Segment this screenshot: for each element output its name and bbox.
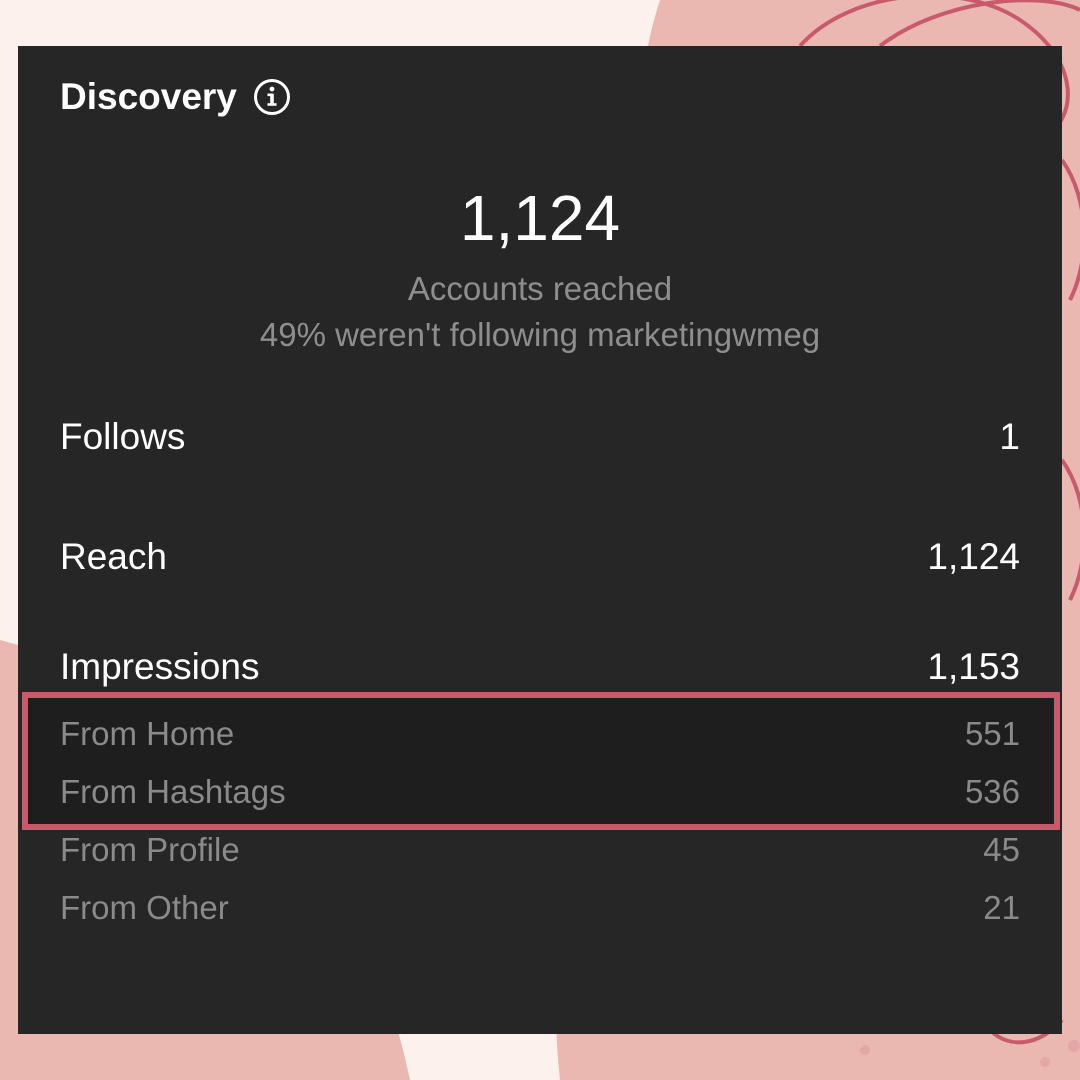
source-label: From Profile bbox=[60, 831, 240, 868]
impression-source-row-other: From Other 21 bbox=[60, 886, 1020, 930]
source-value: 45 bbox=[983, 831, 1020, 868]
source-label: From Other bbox=[60, 889, 229, 926]
source-label: From Hashtags bbox=[60, 773, 286, 810]
impression-source-row-home: From Home 551 bbox=[60, 712, 1020, 756]
source-value: 551 bbox=[964, 715, 1020, 752]
impression-source-row-hashtags: From Hashtags 536 bbox=[60, 770, 1020, 814]
impression-sources-list: From Home 551 From Hashtags 536 From Pro… bbox=[0, 0, 1080, 1080]
impression-source-row-profile: From Profile 45 bbox=[60, 828, 1020, 872]
source-value: 21 bbox=[983, 889, 1020, 926]
source-value: 536 bbox=[964, 773, 1020, 810]
source-label: From Home bbox=[60, 715, 235, 752]
